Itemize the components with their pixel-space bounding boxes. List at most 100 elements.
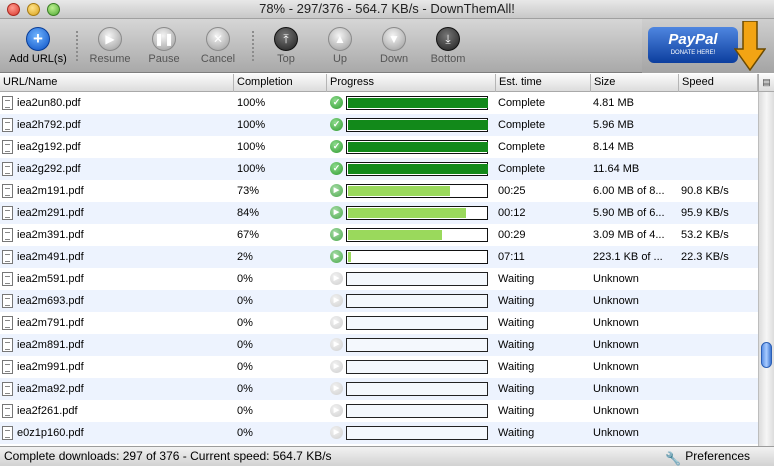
window-title: 78% - 297/376 - 564.7 KB/s - DownThemAll… bbox=[259, 1, 515, 16]
progress-cell: ✓ bbox=[327, 92, 496, 114]
name-cell: iea2g192.pdf bbox=[0, 136, 234, 158]
size-cell: Unknown bbox=[593, 317, 639, 329]
progress-fill bbox=[348, 252, 351, 262]
column-picker-icon[interactable]: ▤ bbox=[758, 74, 774, 92]
column-header-name[interactable]: URL/Name bbox=[0, 74, 234, 92]
move-down-label: Down bbox=[379, 53, 409, 65]
file-name: iea2g292.pdf bbox=[17, 163, 81, 175]
table-row[interactable]: iea2f261.pdf 0% ▶ Waiting Unknown bbox=[0, 400, 758, 422]
close-window-button[interactable] bbox=[7, 3, 20, 16]
name-cell: iea2m291.pdf bbox=[0, 202, 234, 224]
name-cell: iea2m791.pdf bbox=[0, 312, 234, 334]
plus-icon: + bbox=[26, 27, 50, 51]
progress-bar bbox=[346, 96, 488, 110]
completion-cell: 0% bbox=[237, 427, 253, 439]
size-cell: 3.09 MB of 4... bbox=[593, 229, 665, 241]
speed-cell bbox=[681, 136, 757, 158]
table-row[interactable]: iea2ma92.pdf 0% ▶ Waiting Unknown bbox=[0, 378, 758, 400]
vertical-scrollbar[interactable] bbox=[758, 92, 774, 446]
progress-cell: ▶ bbox=[327, 334, 496, 356]
file-name: iea2m693.pdf bbox=[17, 295, 84, 307]
progress-bar bbox=[346, 250, 488, 264]
name-cell: iea2un80.pdf bbox=[0, 92, 234, 114]
pdf-file-icon bbox=[2, 228, 13, 242]
name-cell: iea2m391.pdf bbox=[0, 224, 234, 246]
move-down-button[interactable]: ▼ Down bbox=[364, 27, 424, 65]
progress-fill bbox=[348, 186, 450, 196]
size-cell: Unknown bbox=[593, 361, 639, 373]
table-row[interactable]: iea2m791.pdf 0% ▶ Waiting Unknown bbox=[0, 312, 758, 334]
minimize-window-button[interactable] bbox=[27, 3, 40, 16]
est-time-cell: Waiting bbox=[498, 361, 535, 373]
table-row[interactable]: iea2m291.pdf 84% ▶ 00:12 5.90 MB of 6... 95.9… bbox=[0, 202, 758, 224]
file-name: iea2m791.pdf bbox=[17, 317, 84, 329]
zoom-window-button[interactable] bbox=[47, 3, 60, 16]
move-top-label: Top bbox=[277, 53, 295, 65]
progress-bar bbox=[346, 404, 488, 418]
pdf-file-icon bbox=[2, 96, 13, 110]
pause-icon: ❚❚ bbox=[152, 27, 176, 51]
wrench-icon: 🔧 bbox=[665, 451, 682, 466]
column-header-size[interactable]: Size bbox=[591, 74, 679, 92]
paypal-donate-button[interactable]: PayPal DONATE HERE! bbox=[642, 19, 774, 73]
running-status-icon: ▶ bbox=[330, 206, 343, 219]
progress-bar bbox=[346, 360, 488, 374]
speed-cell: 95.9 KB/s bbox=[681, 207, 729, 219]
size-cell: Unknown bbox=[593, 405, 639, 417]
table-row[interactable]: e0z1p160.pdf 0% ▶ Waiting Unknown bbox=[0, 422, 758, 444]
column-header-speed[interactable]: Speed bbox=[679, 74, 758, 92]
table-row[interactable]: iea2un80.pdf 100% ✓ Complete 4.81 MB bbox=[0, 92, 758, 114]
pdf-file-icon bbox=[2, 250, 13, 264]
waiting-status-icon: ▶ bbox=[330, 382, 343, 395]
move-top-button[interactable]: ⤒ Top bbox=[256, 27, 316, 65]
pause-label: Pause bbox=[148, 53, 180, 65]
table-row[interactable]: iea2m491.pdf 2% ▶ 07:11 223.1 KB of ... 22.3 … bbox=[0, 246, 758, 268]
speed-cell bbox=[681, 356, 757, 378]
size-cell: Unknown bbox=[593, 383, 639, 395]
progress-cell: ▶ bbox=[327, 422, 496, 444]
move-bottom-button[interactable]: ⤓ Bottom bbox=[418, 27, 478, 65]
pdf-file-icon bbox=[2, 140, 13, 154]
table-row[interactable]: iea2g292.pdf 100% ✓ Complete 11.64 MB bbox=[0, 158, 758, 180]
column-header-completion[interactable]: Completion bbox=[234, 74, 327, 92]
table-row[interactable]: iea2m191.pdf 73% ▶ 00:25 6.00 MB of 8... 90.8… bbox=[0, 180, 758, 202]
size-cell: 6.00 MB of 8... bbox=[593, 185, 665, 197]
est-time-cell: 00:29 bbox=[498, 229, 526, 241]
completion-cell: 73% bbox=[237, 185, 260, 197]
table-row[interactable]: iea2m693.pdf 0% ▶ Waiting Unknown bbox=[0, 290, 758, 312]
completion-cell: 67% bbox=[237, 229, 260, 241]
name-cell: iea2m891.pdf bbox=[0, 334, 234, 356]
table-row[interactable]: iea2h792.pdf 100% ✓ Complete 5.96 MB bbox=[0, 114, 758, 136]
progress-cell: ▶ bbox=[327, 202, 496, 224]
file-name: iea2m391.pdf bbox=[17, 229, 84, 241]
progress-fill bbox=[348, 164, 488, 174]
table-row[interactable]: iea2m391.pdf 67% ▶ 00:29 3.09 MB of 4... 53.2… bbox=[0, 224, 758, 246]
add-urls-button[interactable]: + Add URL(s) bbox=[8, 27, 68, 65]
cancel-button[interactable]: ✕ Cancel bbox=[188, 27, 248, 65]
name-cell: iea2ma92.pdf bbox=[0, 378, 234, 400]
column-header-est-time[interactable]: Est. time bbox=[496, 74, 591, 92]
file-name: iea2m591.pdf bbox=[17, 273, 84, 285]
table-row[interactable]: iea2g192.pdf 100% ✓ Complete 8.14 MB bbox=[0, 136, 758, 158]
progress-bar bbox=[346, 162, 488, 176]
size-cell: 5.90 MB of 6... bbox=[593, 207, 665, 219]
table-row[interactable]: iea2m991.pdf 0% ▶ Waiting Unknown bbox=[0, 356, 758, 378]
est-time-cell: Waiting bbox=[498, 273, 535, 285]
resume-button[interactable]: ▶ Resume bbox=[80, 27, 140, 65]
waiting-status-icon: ▶ bbox=[330, 426, 343, 439]
move-up-button[interactable]: ▲ Up bbox=[310, 27, 370, 65]
move-bottom-label: Bottom bbox=[430, 53, 466, 65]
table-row[interactable]: iea2m591.pdf 0% ▶ Waiting Unknown bbox=[0, 268, 758, 290]
scrollbar-thumb[interactable] bbox=[761, 342, 772, 368]
file-name: iea2m891.pdf bbox=[17, 339, 84, 351]
preferences-button[interactable]: 🔧 Preferences bbox=[665, 447, 750, 466]
progress-bar bbox=[346, 140, 488, 154]
table-row[interactable]: iea2m891.pdf 0% ▶ Waiting Unknown bbox=[0, 334, 758, 356]
pause-button[interactable]: ❚❚ Pause bbox=[134, 27, 194, 65]
file-name: iea2m191.pdf bbox=[17, 185, 84, 197]
size-cell: 4.81 MB bbox=[593, 97, 634, 109]
column-header-progress[interactable]: Progress bbox=[327, 74, 496, 92]
column-header: URL/Name Completion Progress Est. time S… bbox=[0, 74, 774, 92]
pdf-file-icon bbox=[2, 162, 13, 176]
est-time-cell: 00:12 bbox=[498, 207, 526, 219]
